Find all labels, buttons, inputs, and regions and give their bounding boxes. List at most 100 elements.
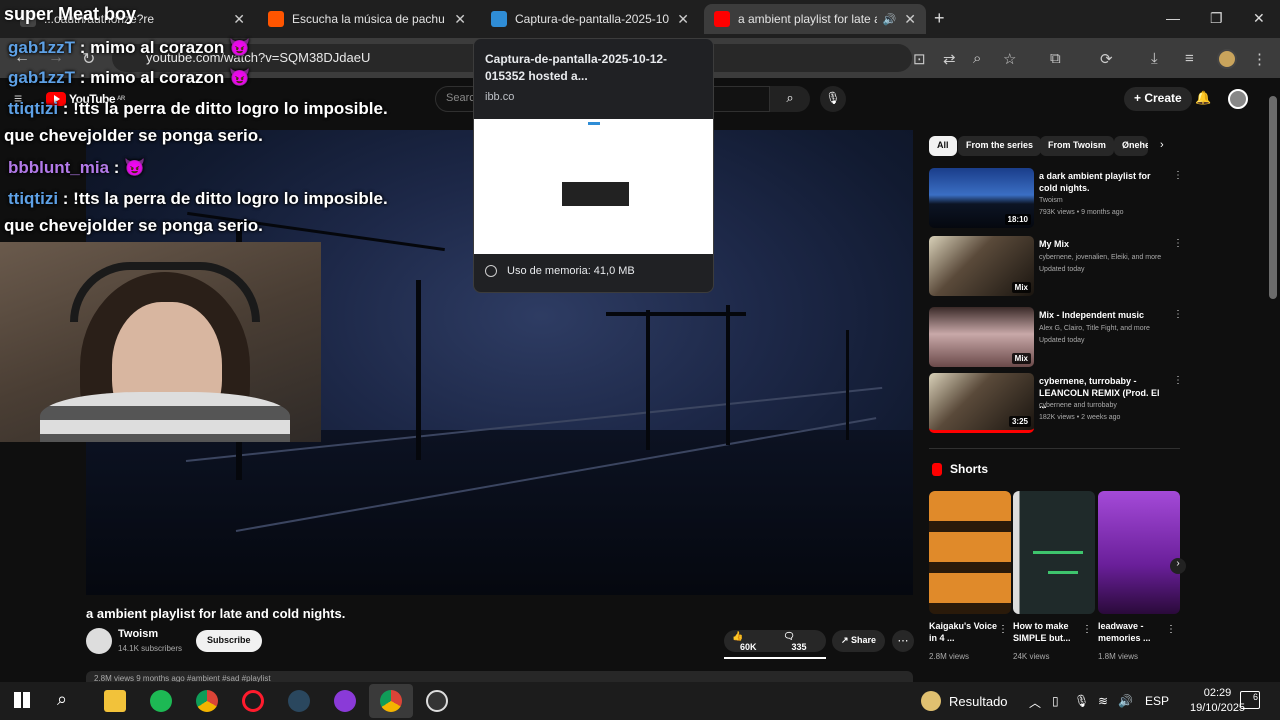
more-options-icon[interactable]: ⋮ <box>1173 238 1183 249</box>
chat-line: ttiqtizi : !tts la perra de ditto logro … <box>8 99 388 119</box>
steam-icon[interactable] <box>288 690 310 712</box>
create-label: Create <box>1144 91 1182 105</box>
zoom-icon[interactable]: ⌕ <box>973 50 981 67</box>
create-button[interactable]: + Create <box>1124 87 1192 111</box>
search-icon: ⌕ <box>786 90 794 105</box>
share-button[interactable]: ↗ Share <box>832 630 886 652</box>
subscribe-button[interactable]: Subscribe <box>196 630 262 652</box>
translate-icon[interactable]: ⇄ <box>943 50 956 68</box>
volume-icon[interactable]: 🔊 <box>1118 694 1133 708</box>
system-clock[interactable]: 02:29 19/10/2025 <box>1190 686 1245 716</box>
mix-badge: Mix <box>1011 353 1031 364</box>
chip-all[interactable]: All <box>929 136 957 156</box>
search-taskbar-icon[interactable]: ⌕ <box>57 689 67 710</box>
hovercard-preview <box>474 119 713 254</box>
short-thumbnail[interactable] <box>1013 491 1095 614</box>
recommendation-item[interactable]: Mix Mix - Independent music Alex G, Clai… <box>929 307 1183 369</box>
tray-chevron-icon[interactable]: ︿ <box>1029 694 1041 711</box>
speaker-icon[interactable]: 🔊 <box>883 13 897 26</box>
notifications-bell-icon[interactable]: 🔔 <box>1195 90 1211 106</box>
chevron-right-icon[interactable]: › <box>1160 139 1164 151</box>
like-button[interactable]: 👍 60K <box>724 631 775 652</box>
recommendation-title: a dark ambient playlist for cold nights. <box>1039 171 1151 193</box>
close-tab-icon[interactable]: ✕ <box>677 11 689 28</box>
file-explorer-icon[interactable] <box>104 690 126 712</box>
search-button[interactable]: ⌕ <box>770 86 810 112</box>
chip-from-series[interactable]: From the series <box>958 136 1042 156</box>
tray-mic-icon[interactable]: 🎙 <box>1074 694 1089 708</box>
channel-name[interactable]: Twoism <box>118 628 158 640</box>
obs-icon[interactable] <box>426 690 448 712</box>
bookmark-star-icon[interactable]: ☆ <box>1003 50 1016 68</box>
tab-soundcloud[interactable]: Escucha la música de pachu | D ✕ <box>258 4 476 34</box>
new-tab-button[interactable]: + <box>934 8 945 29</box>
opera-icon[interactable] <box>242 690 264 712</box>
close-window-button[interactable]: ✕ <box>1253 10 1265 27</box>
recommendation-title: Mix - Independent music <box>1039 310 1145 320</box>
close-tab-icon[interactable]: ✕ <box>454 11 466 28</box>
account-avatar[interactable] <box>1228 89 1248 109</box>
chrome-icon[interactable] <box>196 690 218 712</box>
recommendation-item[interactable]: Mix My Mix cybernene, jovenalien, Eleiki… <box>929 236 1183 298</box>
chrome-active-icon[interactable] <box>380 690 402 712</box>
menu-dots-icon[interactable]: ⋮ <box>1252 50 1267 68</box>
more-options-icon[interactable]: ⋮ <box>1173 170 1183 181</box>
more-actions-icon[interactable]: ⋯ <box>892 630 914 652</box>
browser-profile-avatar[interactable] <box>1217 49 1237 69</box>
recommendation-thumbnail: Mix <box>929 236 1034 296</box>
profile-sync-icon[interactable]: ⟳ <box>1100 50 1113 68</box>
soundcloud-icon <box>268 11 284 27</box>
maximize-button[interactable]: ❐ <box>1210 10 1223 27</box>
chat-msg: mimo al corazon <box>90 68 225 87</box>
tab-bar: ...oauth/authorize?re ✕ Escucha la músic… <box>0 0 1280 38</box>
language-indicator[interactable]: ESP <box>1145 694 1169 708</box>
short-thumbnail[interactable] <box>1098 491 1180 614</box>
spotify-icon[interactable] <box>150 690 172 712</box>
weather-icon[interactable] <box>921 691 941 711</box>
discord-icon[interactable] <box>334 690 356 712</box>
close-tab-icon[interactable]: ✕ <box>904 11 916 28</box>
recommendation-channel: cybernene, jovenalien, Eleiki, and more <box>1039 254 1162 261</box>
tab-ibb[interactable]: Captura-de-pantalla-2025-10-1 ✕ <box>481 4 699 34</box>
windows-start-icon[interactable] <box>14 692 30 708</box>
recommendation-item[interactable]: 3:25 cybernene, turrobaby - LEANCOLN REM… <box>929 373 1183 435</box>
clock-time: 02:29 <box>1203 687 1232 699</box>
short-thumbnail[interactable] <box>929 491 1011 614</box>
comments-button[interactable]: 🗨 335 <box>775 631 826 652</box>
wifi-icon[interactable]: ≋ <box>1098 694 1108 708</box>
more-options-icon[interactable]: ⋮ <box>1166 624 1176 635</box>
short-title[interactable]: leadwave - memories ... <box>1098 620 1168 644</box>
short-title[interactable]: Kaigaku's Voice in 4 ... <box>929 620 999 644</box>
minimize-button[interactable]: — <box>1166 10 1180 26</box>
tab-youtube[interactable]: a ambient playlist for late a 🔊 ✕ <box>704 4 926 34</box>
recommendation-item[interactable]: 18:10 a dark ambient playlist for cold n… <box>929 168 1183 230</box>
download-icon[interactable]: ⤓ <box>1151 50 1158 67</box>
memory-icon <box>485 265 497 277</box>
page-scrollbar[interactable] <box>1269 96 1277 299</box>
more-options-icon[interactable]: ⋮ <box>1173 375 1183 386</box>
shorts-next-icon[interactable]: › <box>1170 558 1186 574</box>
mix-badge: Mix <box>1011 282 1031 293</box>
tray-usb-icon[interactable]: ▯ <box>1052 694 1059 708</box>
more-options-icon[interactable]: ⋮ <box>998 624 1008 635</box>
preview-logo <box>588 122 600 125</box>
media-control-icon[interactable]: ≡ <box>1185 50 1194 67</box>
recommendation-meta: Updated today <box>1039 266 1085 273</box>
install-icon[interactable]: ⊡ <box>913 50 926 68</box>
chip-onehe[interactable]: Ønehe <box>1114 136 1148 156</box>
voice-search-icon[interactable]: 🎙 <box>820 86 846 112</box>
webcam-overlay <box>0 242 321 442</box>
short-title[interactable]: How to make SIMPLE but... <box>1013 620 1083 644</box>
chat-line: gab1zzT : mimo al corazon 😈 <box>8 68 250 88</box>
close-tab-icon[interactable]: ✕ <box>233 11 245 28</box>
preview-screenshot <box>562 182 629 206</box>
channel-avatar[interactable] <box>86 628 112 654</box>
piano-roll-note <box>1048 571 1078 574</box>
more-options-icon[interactable]: ⋮ <box>1082 624 1092 635</box>
weather-text[interactable]: Resultado <box>949 694 1008 709</box>
notification-center-icon[interactable]: 6 <box>1240 691 1260 709</box>
shorts-label: Shorts <box>950 462 989 476</box>
chip-from-twoism[interactable]: From Twoism <box>1040 136 1114 156</box>
extensions-icon[interactable]: ⧉ <box>1050 50 1061 67</box>
more-options-icon[interactable]: ⋮ <box>1173 309 1183 320</box>
